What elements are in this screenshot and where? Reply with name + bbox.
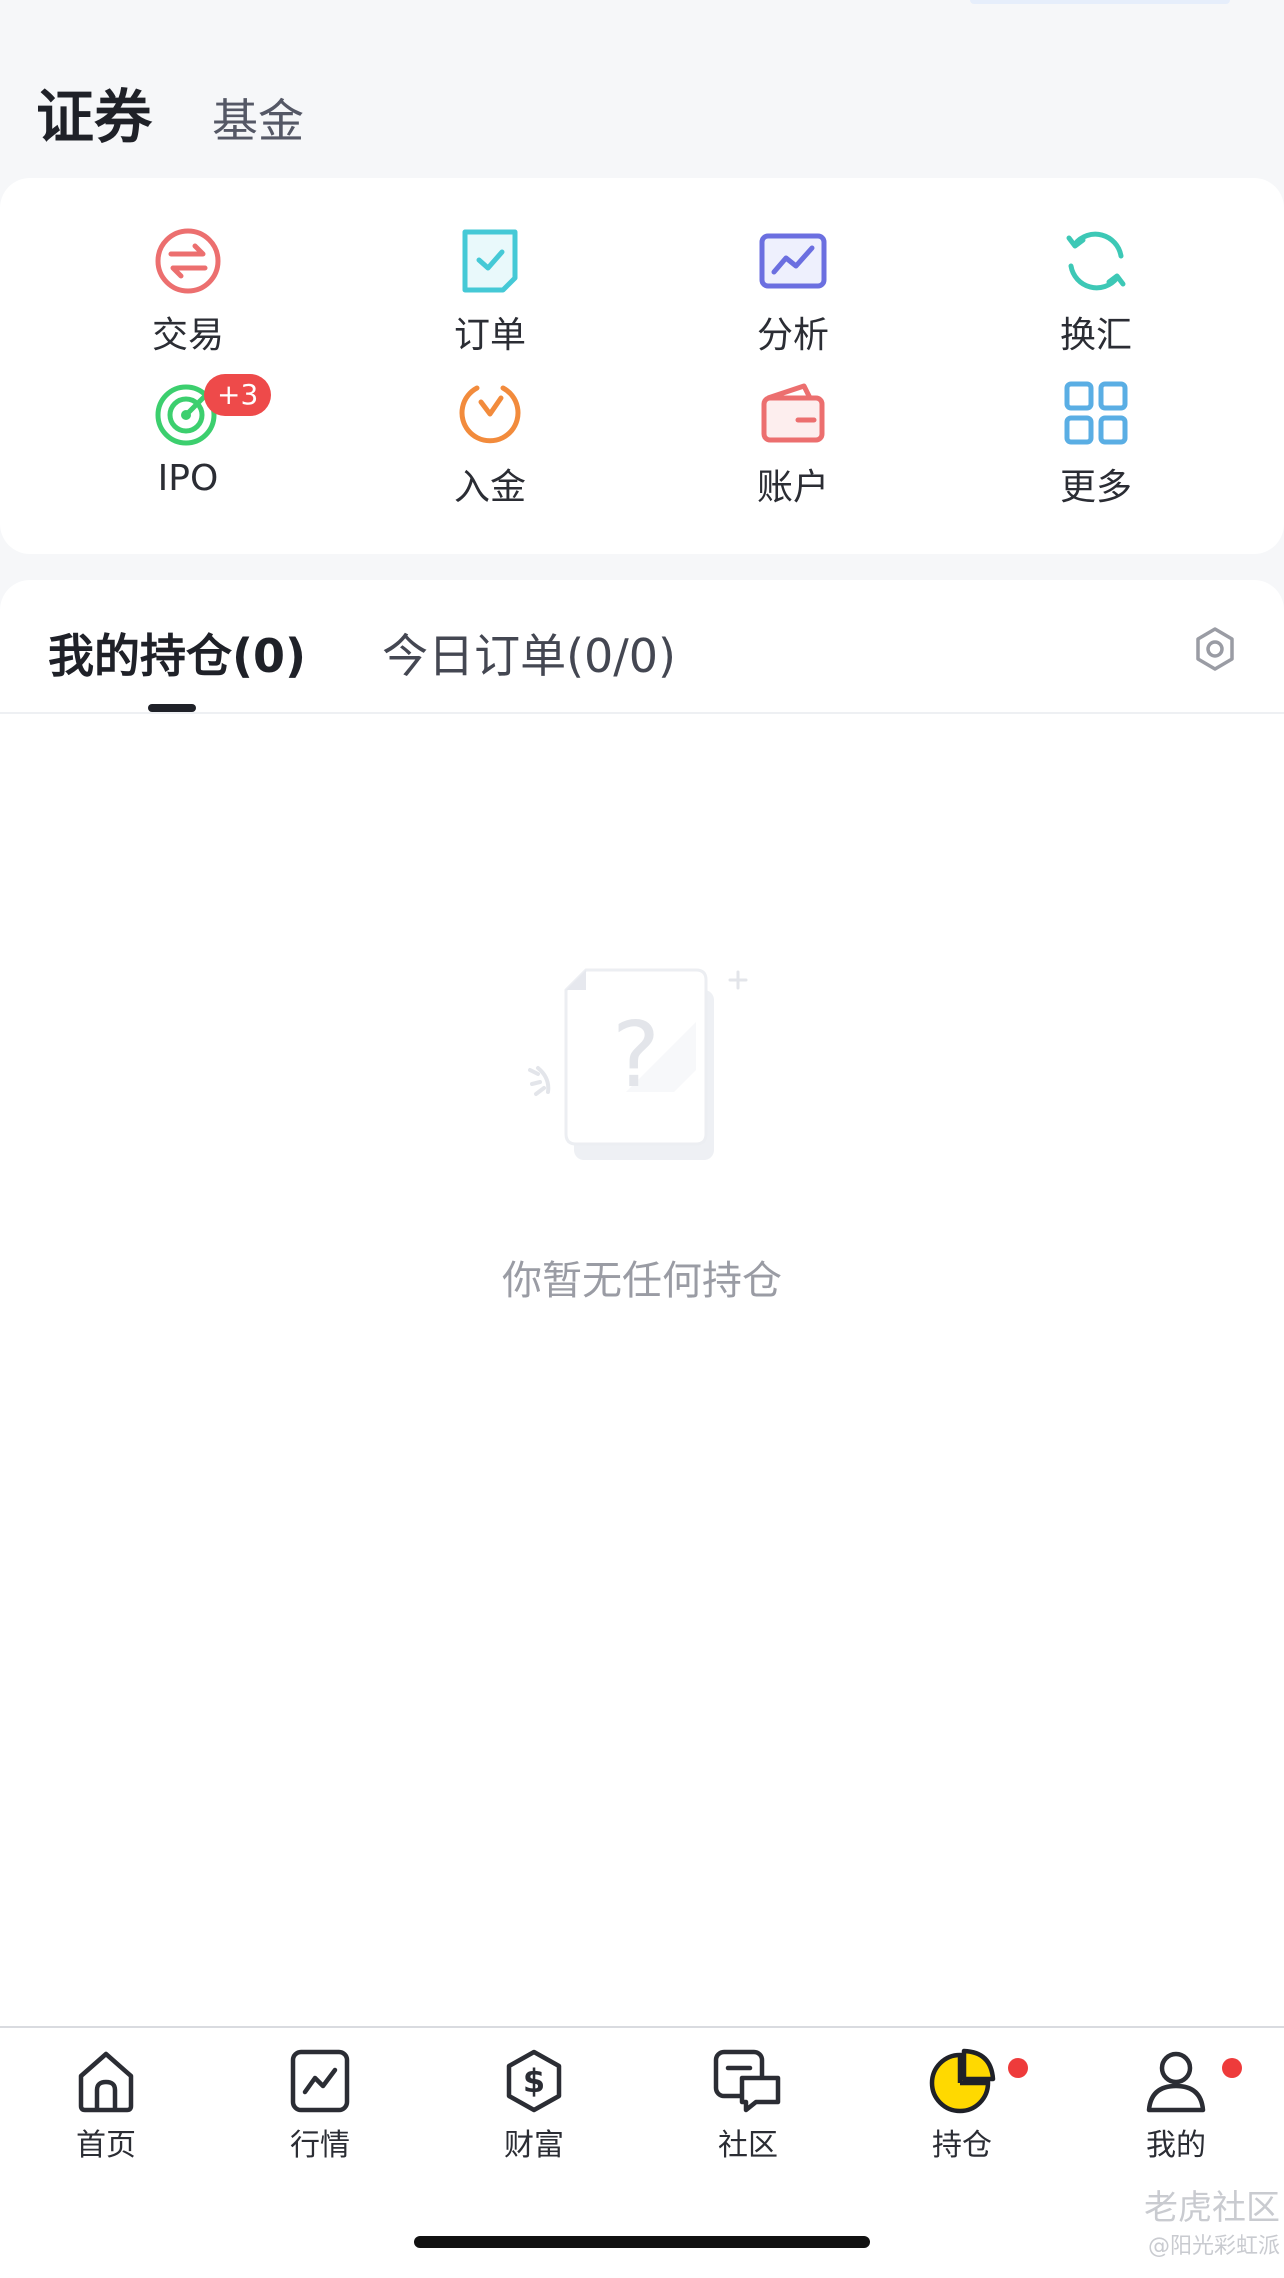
quick-action-trade[interactable]: 交易 <box>78 226 298 376</box>
market-icon <box>290 2049 350 2113</box>
tabbar-item-community[interactable]: 社区 <box>668 2048 828 2164</box>
svg-text:$: $ <box>523 2062 545 2100</box>
tabbar-label: 社区 <box>718 2128 778 2163</box>
profile-icon <box>1146 2051 1206 2113</box>
header-tab-funds[interactable]: 基金 <box>212 85 304 151</box>
wallet-icon <box>761 383 825 443</box>
ipo-badge: +3 <box>204 374 272 416</box>
currency-exchange-icon <box>1066 231 1126 291</box>
settings-icon[interactable] <box>1190 624 1240 674</box>
empty-holdings-message: 你暂无任何持仓 <box>502 1258 782 1304</box>
svg-text:?: ? <box>612 1003 660 1108</box>
tabbar-item-home[interactable]: 首页 <box>26 2048 186 2164</box>
active-tab-indicator <box>148 704 196 712</box>
tabbar-label: 我的 <box>1146 2128 1206 2163</box>
tabbar-label: 财富 <box>504 2128 564 2163</box>
quick-action-label: IPO <box>157 458 219 499</box>
status-bar-edge <box>970 0 1230 4</box>
watermark-handle: @阳光彩虹派 <box>1147 2234 1280 2259</box>
header-tab-securities[interactable]: 证券 <box>36 70 152 154</box>
quick-action-label: 分析 <box>756 315 829 356</box>
holdings-tabs: 我的持仓(0) 今日订单(0/0) <box>48 620 676 686</box>
deposit-icon <box>459 385 521 444</box>
tabbar-label: 行情 <box>290 2128 350 2163</box>
quick-action-account[interactable]: 账户 <box>683 378 903 528</box>
quick-action-label: 账户 <box>756 467 829 508</box>
tabbar-item-wealth[interactable]: $ 财富 <box>454 2048 614 2164</box>
tabbar-label: 首页 <box>76 2128 136 2163</box>
wealth-icon: $ <box>506 2049 562 2113</box>
header-tabs: 证券 基金 <box>36 70 304 154</box>
tabbar-item-market[interactable]: 行情 <box>240 2048 400 2164</box>
quick-actions-card: 交易 订单 分析 换汇 +3 IPO 入金 账户 更多 <box>0 178 1284 554</box>
quick-action-label: 入金 <box>453 467 526 508</box>
holdings-panel: 我的持仓(0) 今日订单(0/0) ? 你暂无任何持仓 <box>0 580 1284 2030</box>
analysis-icon <box>759 233 827 289</box>
tabs-divider <box>0 712 1284 714</box>
profile-notification-dot <box>1222 2058 1242 2078</box>
community-icon <box>713 2049 781 2113</box>
quick-action-more[interactable]: 更多 <box>986 378 1206 528</box>
tabbar-label: 持仓 <box>932 2128 992 2163</box>
exchange-icon <box>155 228 221 294</box>
order-icon <box>462 229 518 293</box>
quick-action-ipo[interactable]: +3 IPO <box>78 374 298 528</box>
quick-action-deposit[interactable]: 入金 <box>380 378 600 528</box>
quick-action-label: 换汇 <box>1059 315 1132 356</box>
quick-action-label: 交易 <box>151 315 224 356</box>
home-indicator[interactable] <box>414 2236 870 2248</box>
holdings-pie-icon <box>929 2048 996 2114</box>
quick-action-analysis[interactable]: 分析 <box>683 226 903 376</box>
home-icon <box>78 2051 134 2113</box>
quick-action-currency[interactable]: 换汇 <box>986 226 1206 376</box>
quick-action-label: 订单 <box>453 315 526 356</box>
quick-action-label: 更多 <box>1059 467 1132 508</box>
tab-today-orders[interactable]: 今日订单(0/0) <box>382 620 676 686</box>
holdings-notification-dot <box>1008 2058 1028 2078</box>
empty-document-illustration: ? <box>528 968 748 1160</box>
grid-icon <box>1064 381 1128 445</box>
watermark-brand: 老虎社区 <box>1144 2188 1280 2228</box>
tab-my-holdings[interactable]: 我的持仓(0) <box>48 620 306 686</box>
quick-action-orders[interactable]: 订单 <box>380 226 600 376</box>
